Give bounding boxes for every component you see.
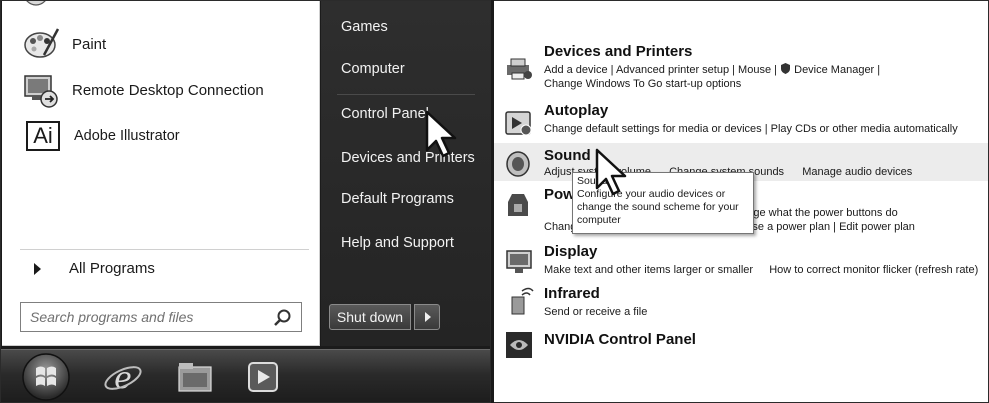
search-placeholder: Search programs and files — [30, 309, 194, 325]
link-send-receive-file[interactable]: Send or receive a file — [544, 305, 647, 319]
category-display: Display Make text and other items larger… — [494, 243, 988, 279]
link-manage-audio-devices[interactable]: Manage audio devices — [802, 166, 912, 178]
program-icon[interactable] — [22, 0, 82, 9]
arrow-right-icon — [425, 312, 431, 322]
category-title-display[interactable]: Display — [544, 243, 597, 260]
program-item-remote-desktop[interactable]: Remote Desktop Connection — [22, 71, 264, 109]
program-label-remote-desktop: Remote Desktop Connection — [72, 81, 264, 99]
link-windows-to-go[interactable]: Change Windows To Go start-up options — [544, 77, 741, 91]
nvidia-icon — [506, 332, 532, 358]
windows-explorer-icon[interactable] — [173, 355, 217, 399]
link-text-size[interactable]: Make text and other items larger or smal… — [544, 264, 753, 276]
link-devices-printers-tasks[interactable]: Add a device | Advanced printer setup | … — [544, 64, 777, 76]
start-link-help-support[interactable]: Help and Support — [341, 235, 454, 251]
shutdown-options-button[interactable] — [414, 304, 440, 330]
link-monitor-flicker[interactable]: How to correct monitor flicker (refresh … — [769, 264, 978, 276]
svg-text:e: e — [114, 361, 132, 396]
link-device-manager[interactable]: Device Manager | — [794, 64, 880, 76]
start-link-games[interactable]: Games — [341, 19, 388, 35]
category-title-sound[interactable]: Sound — [544, 147, 591, 164]
infrared-icon — [511, 287, 534, 315]
search-input[interactable]: Search programs and files — [20, 302, 302, 332]
speaker-icon — [506, 151, 530, 177]
category-autoplay: Autoplay Change default settings for med… — [494, 102, 988, 138]
category-title-autoplay[interactable]: Autoplay — [544, 102, 608, 119]
start-menu-programs-pane: Paint Remote Desktop Connection Ai Adobe… — [2, 1, 320, 346]
cursor-icon — [595, 148, 627, 196]
start-orb-icon[interactable] — [21, 352, 71, 402]
illustrator-icon: Ai — [26, 121, 60, 151]
program-label-illustrator: Adobe Illustrator — [74, 128, 180, 144]
category-title-devices-printers[interactable]: Devices and Printers — [544, 43, 692, 60]
taskbar: e — [1, 349, 490, 402]
divider — [20, 249, 309, 250]
program-label-paint: Paint — [72, 35, 107, 53]
category-title-infrared[interactable]: Infrared — [544, 285, 600, 302]
start-link-control-panel[interactable]: Control Panel — [341, 106, 429, 122]
program-item-illustrator[interactable]: Ai Adobe Illustrator — [22, 121, 180, 151]
cursor-icon — [425, 110, 457, 158]
category-devices-printers: Devices and Printers Add a device | Adva… — [494, 43, 988, 93]
program-item-paint[interactable]: Paint — [22, 25, 106, 63]
autoplay-icon — [505, 111, 532, 136]
all-programs-button[interactable]: All Programs — [34, 260, 155, 277]
start-link-default-programs[interactable]: Default Programs — [341, 191, 454, 207]
internet-explorer-icon[interactable]: e — [101, 355, 145, 399]
paint-icon — [24, 28, 60, 58]
arrow-right-icon — [34, 262, 41, 275]
all-programs-label: All Programs — [69, 260, 155, 277]
devices-printers-icon — [507, 58, 532, 80]
divider — [337, 94, 475, 95]
link-autoplay-tasks[interactable]: Change default settings for media or dev… — [544, 122, 958, 136]
media-player-icon[interactable] — [241, 355, 285, 399]
search-icon[interactable] — [273, 308, 293, 328]
link-edit-power-plan[interactable]: Edit power plan — [839, 221, 915, 233]
start-menu: Paint Remote Desktop Connection Ai Adobe… — [0, 0, 491, 403]
remote-desktop-icon — [24, 75, 58, 108]
category-title-nvidia[interactable]: NVIDIA Control Panel — [544, 331, 696, 348]
start-menu-places-pane: Games Computer Control Panel Devices and… — [321, 1, 490, 346]
start-link-computer[interactable]: Computer — [341, 61, 405, 77]
shield-icon — [781, 63, 791, 74]
display-icon — [506, 250, 532, 273]
power-icon — [508, 194, 528, 216]
category-infrared: Infrared Send or receive a file — [494, 285, 988, 321]
category-nvidia: NVIDIA Control Panel — [494, 331, 988, 361]
shutdown-button[interactable]: Shut down — [329, 304, 411, 330]
